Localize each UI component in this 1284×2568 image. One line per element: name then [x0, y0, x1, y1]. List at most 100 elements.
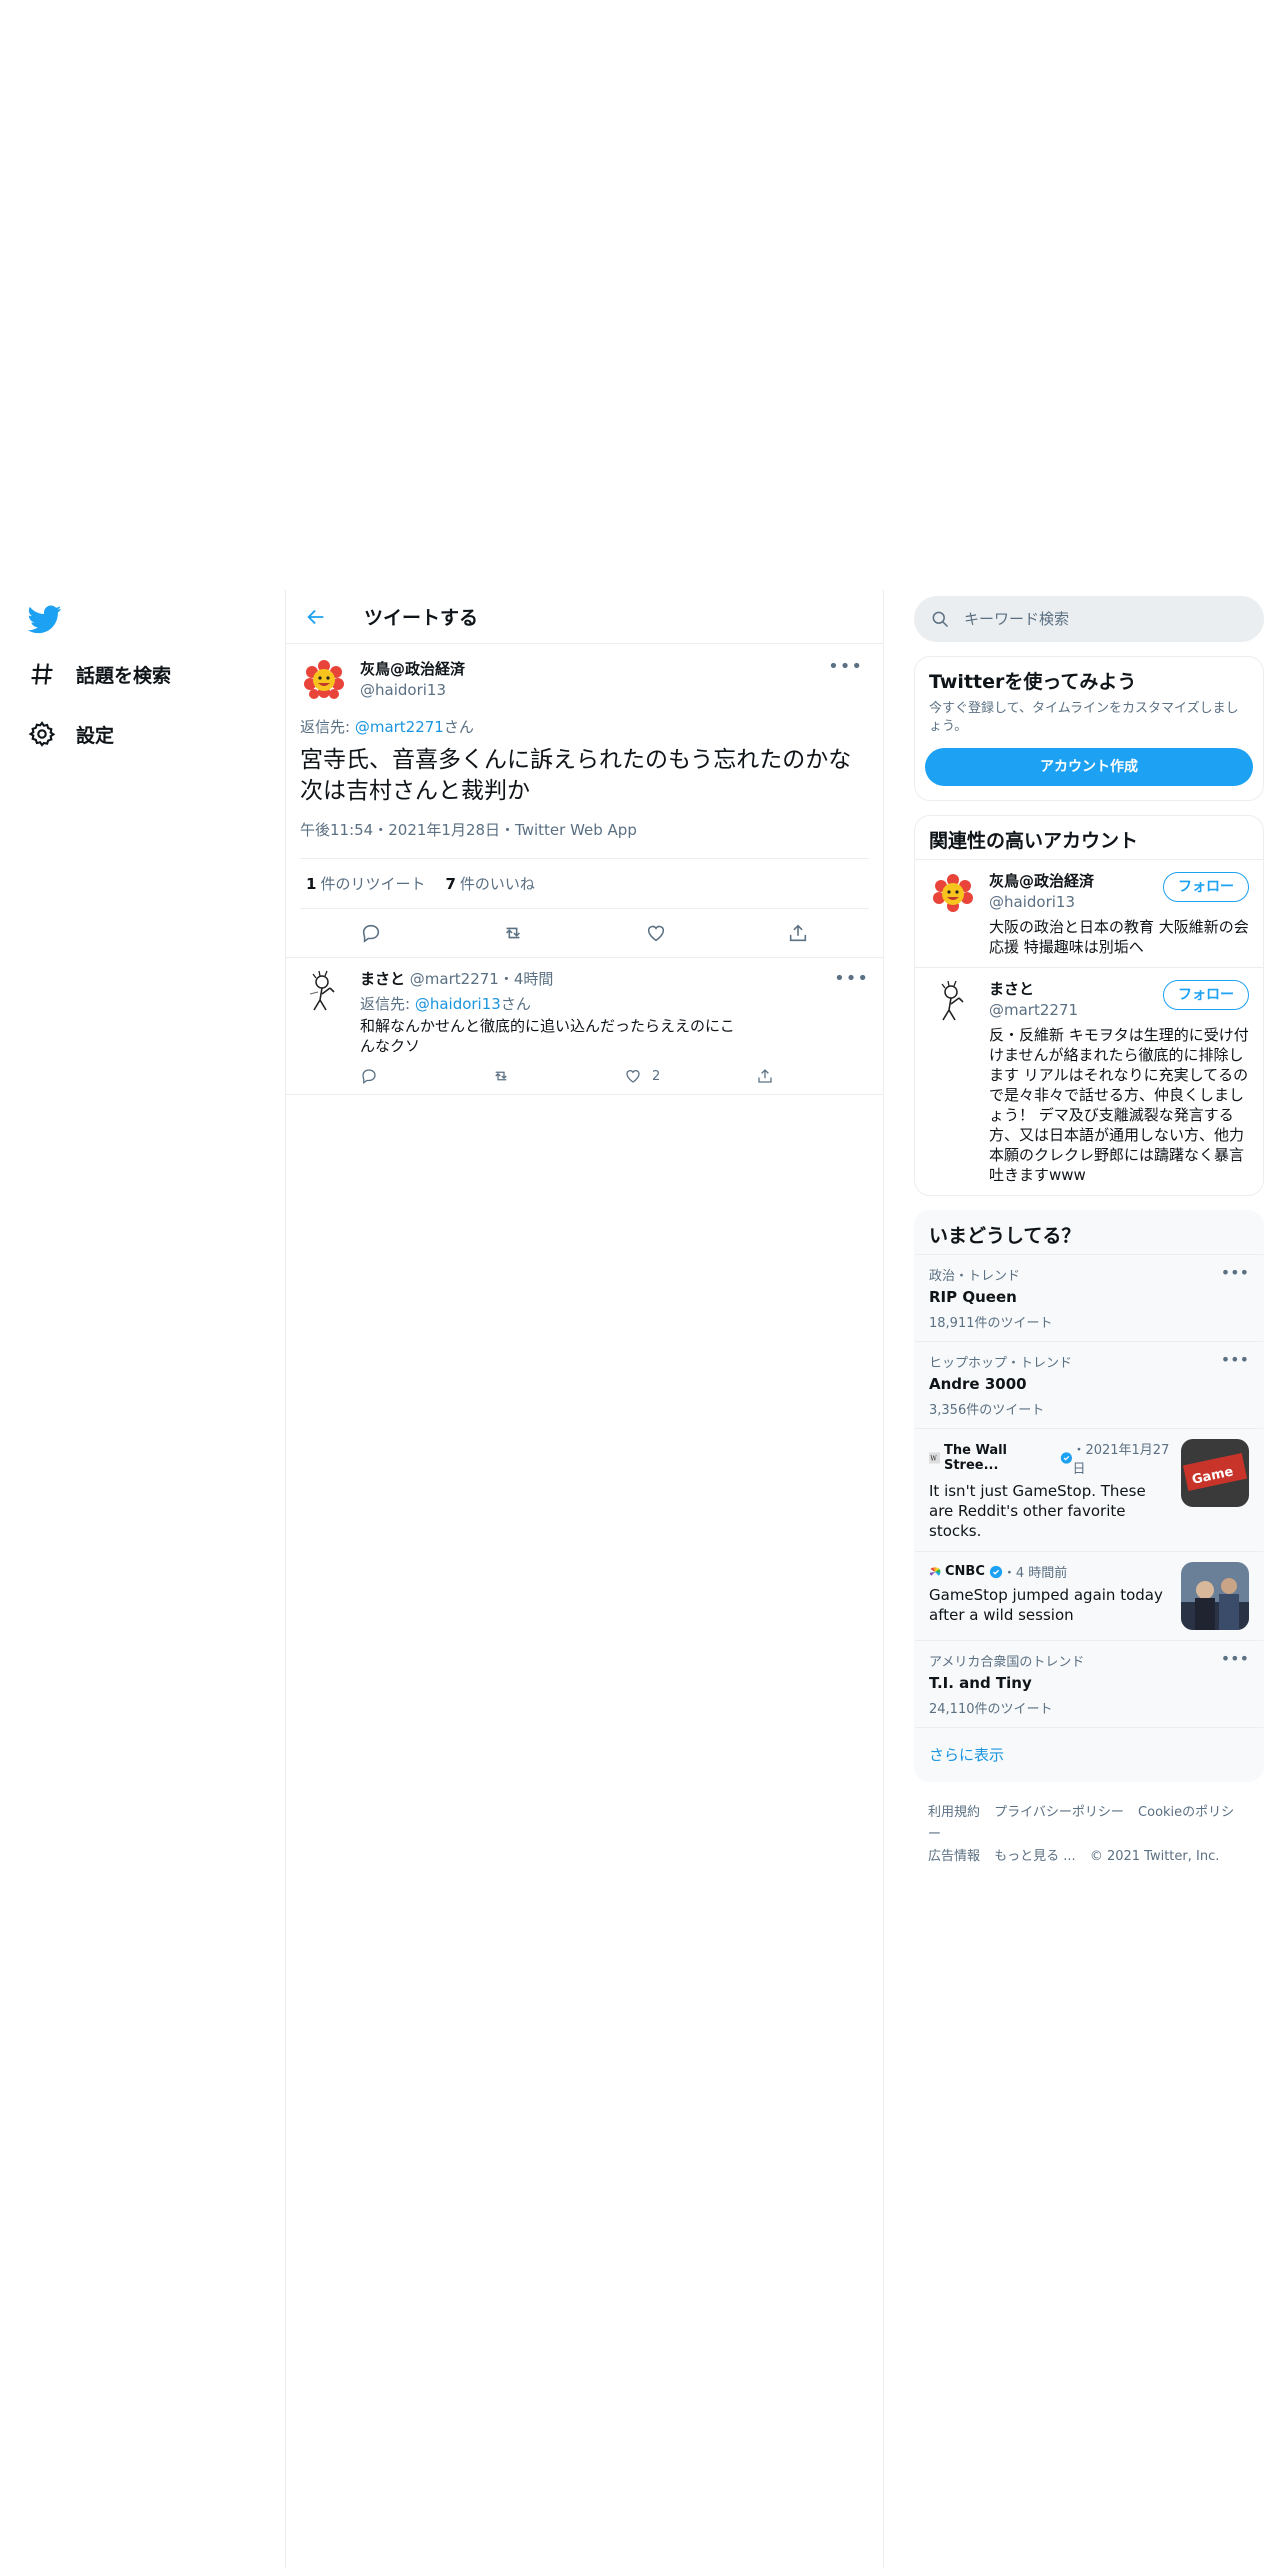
tweet-header: 灰鳥@政治経済 @haidori13 •••: [300, 644, 869, 704]
gear-icon: [28, 720, 56, 748]
hashtag-icon: [28, 660, 56, 688]
reply-to-line: 返信先: @mart2271さん: [300, 716, 869, 737]
trend-count: 3,356件のツイート: [929, 1403, 1045, 1418]
news-body: W The Wall Stree... ・2021年1月27日 It isn't…: [929, 1439, 1181, 1541]
reply-prefix: 返信先:: [360, 995, 415, 1013]
reply-body: まさと @mart2271・4時間 返信先: @haidori13さん 和解なん…: [360, 968, 888, 1088]
more-options-icon[interactable]: •••: [834, 968, 869, 989]
trend-item[interactable]: ヒップホップ・トレンド Andre 3000 3,356件のツイート •••: [915, 1341, 1263, 1428]
back-button[interactable]: [300, 601, 332, 633]
twitter-logo-icon[interactable]: [27, 602, 62, 636]
reply-to-line: 返信先: @haidori13さん: [360, 993, 888, 1014]
account-item[interactable]: まさと @mart2271 反・反維新 キモヲタは生理的に受け付けませんが絡まれ…: [915, 967, 1263, 1195]
trend-context: 政治・トレンド: [929, 1269, 1021, 1284]
reply-author-avatar[interactable]: [300, 968, 348, 1016]
svg-text:W: W: [930, 1456, 937, 1463]
trends-card: いまどうしてる？ 政治・トレンド RIP Queen 18,911件のツイート …: [914, 1210, 1264, 1782]
footer-link[interactable]: 広告情報: [928, 1849, 980, 1864]
like-label: 件のいいね: [459, 875, 535, 893]
reply-text: 和解なんかせんと徹底的に追い込んだったらええのにこんなクソ: [360, 1017, 735, 1055]
create-account-button[interactable]: アカウント作成: [925, 748, 1253, 786]
account-avatar[interactable]: [929, 870, 977, 918]
tweet-author: 灰鳥@政治経済 @haidori13: [360, 656, 465, 699]
reply-like-button[interactable]: 2: [624, 1067, 756, 1085]
tweet-author-avatar[interactable]: [300, 656, 348, 704]
reply-tweet[interactable]: まさと @mart2271・4時間 返信先: @haidori13さん 和解なん…: [286, 958, 883, 1095]
reply-to-handle-link[interactable]: @mart2271: [355, 718, 444, 736]
reply-share-icon[interactable]: [756, 1067, 888, 1085]
retweet-count[interactable]: 1 件のリツイート: [306, 873, 425, 894]
reply-time[interactable]: ・4時間: [499, 970, 554, 988]
account-bio: 大阪の政治と日本の教育 大阪維新の会応援 特撮趣味は別垢へ: [989, 918, 1249, 956]
news-time: ・2021年1月27日: [1072, 1443, 1170, 1477]
reply-reply-icon[interactable]: [360, 1067, 492, 1085]
reply-to-handle-link[interactable]: @haidori13: [415, 995, 501, 1013]
wsj-logo-icon: W: [929, 1452, 940, 1464]
footer-link[interactable]: 利用規約: [928, 1805, 980, 1820]
more-options-icon[interactable]: •••: [1221, 1350, 1249, 1369]
tweet-stats: 1 件のリツイート 7 件のいいね: [300, 859, 869, 909]
nav-explore[interactable]: 話題を検索: [28, 654, 171, 694]
news-time: ・4 時間前: [1002, 1566, 1068, 1581]
trend-name: Andre 3000: [929, 1375, 1027, 1393]
retweet-label: 件のリツイート: [320, 875, 426, 893]
account-avatar[interactable]: [929, 978, 977, 1026]
more-options-icon[interactable]: •••: [1221, 1649, 1249, 1668]
more-options-icon[interactable]: •••: [1221, 1263, 1249, 1282]
news-item[interactable]: W The Wall Stree... ・2021年1月27日 It isn't…: [915, 1428, 1263, 1551]
signup-title: Twitterを使ってみよう: [929, 671, 1137, 693]
copyright: © 2021 Twitter, Inc.: [1089, 1849, 1220, 1864]
account-item[interactable]: 灰鳥@政治経済 @haidori13 大阪の政治と日本の教育 大阪維新の会応援 …: [915, 859, 1263, 967]
reply-icon[interactable]: [356, 918, 386, 948]
page-title: ツイートする: [364, 607, 479, 629]
main-tweet: 灰鳥@政治経済 @haidori13 ••• 返信先: @mart2271さん …: [286, 644, 883, 958]
signup-card: Twitterを使ってみよう 今すぐ登録して、タイムラインをカスタマイズしましょ…: [914, 656, 1264, 801]
arrow-left-icon: [307, 609, 324, 624]
news-source-line: W The Wall Stree... ・2021年1月27日: [929, 1439, 1173, 1477]
news-title: It isn't just GameStop. These are Reddit…: [929, 1482, 1146, 1540]
tweet-actions: [300, 909, 869, 957]
search-box[interactable]: [914, 596, 1264, 642]
reply-header: まさと @mart2271・4時間: [360, 968, 888, 989]
reply-retweet-icon[interactable]: [492, 1067, 624, 1085]
heart-icon[interactable]: [641, 918, 671, 948]
reply-actions: 2: [360, 1064, 888, 1088]
search-input[interactable]: [964, 610, 1244, 628]
trend-item[interactable]: 政治・トレンド RIP Queen 18,911件のツイート •••: [915, 1254, 1263, 1341]
news-body: CNBC ・4 時間前 GameStop jumped again today …: [929, 1562, 1181, 1630]
like-number: 7: [445, 875, 456, 893]
trend-name: RIP Queen: [929, 1288, 1017, 1306]
tweet-text-line: 宮寺氏、音喜多くんに訴えられたのもう忘れたのかな: [300, 747, 852, 773]
verified-badge-icon: [1060, 1452, 1072, 1464]
news-item[interactable]: CNBC ・4 時間前 GameStop jumped again today …: [915, 1551, 1263, 1640]
tweet-author-name[interactable]: 灰鳥@政治経済: [360, 658, 465, 679]
nav-settings[interactable]: 設定: [28, 714, 114, 754]
related-title: 関連性の高いアカウント: [929, 830, 1139, 852]
reply-author-handle[interactable]: @mart2271: [410, 970, 499, 988]
news-thumbnail[interactable]: Game: [1181, 1439, 1249, 1507]
heart-icon: [626, 1070, 640, 1083]
tweet-text-line: 次は吉村さんと裁判か: [300, 778, 530, 804]
trend-item[interactable]: アメリカ合衆国のトレンド T.I. and Tiny 24,110件のツイート …: [915, 1640, 1263, 1727]
more-options-icon[interactable]: •••: [828, 656, 863, 677]
follow-button[interactable]: フォロー: [1163, 980, 1249, 1010]
trend-context: アメリカ合衆国のトレンド: [929, 1655, 1085, 1670]
follow-button[interactable]: フォロー: [1163, 872, 1249, 902]
footer-link[interactable]: もっと見る ...: [994, 1849, 1076, 1864]
share-icon[interactable]: [783, 918, 813, 948]
show-more-link[interactable]: さらに表示: [915, 1727, 1263, 1781]
tweet-timestamp[interactable]: 午後11:54・2021年1月28日・Twitter Web App: [300, 819, 869, 859]
like-count[interactable]: 7 件のいいね: [445, 873, 534, 894]
footer-link[interactable]: プライバシーポリシー: [994, 1805, 1124, 1820]
news-thumbnail[interactable]: [1181, 1562, 1249, 1630]
trend-count: 18,911件のツイート: [929, 1316, 1053, 1331]
reply-author-name[interactable]: まさと: [360, 970, 405, 988]
retweet-icon[interactable]: [498, 918, 528, 948]
reply-like-count: 2: [652, 1068, 661, 1084]
signup-desc: 今すぐ登録して、タイムラインをカスタマイズしましょう。: [929, 701, 1239, 734]
left-nav: 話題を検索 設定: [0, 590, 286, 2568]
trends-title: いまどうしてる？: [929, 1225, 1081, 1247]
nav-explore-label: 話題を検索: [76, 664, 172, 687]
verified-badge-icon: [989, 1565, 1002, 1578]
tweet-author-handle[interactable]: @haidori13: [360, 681, 465, 699]
